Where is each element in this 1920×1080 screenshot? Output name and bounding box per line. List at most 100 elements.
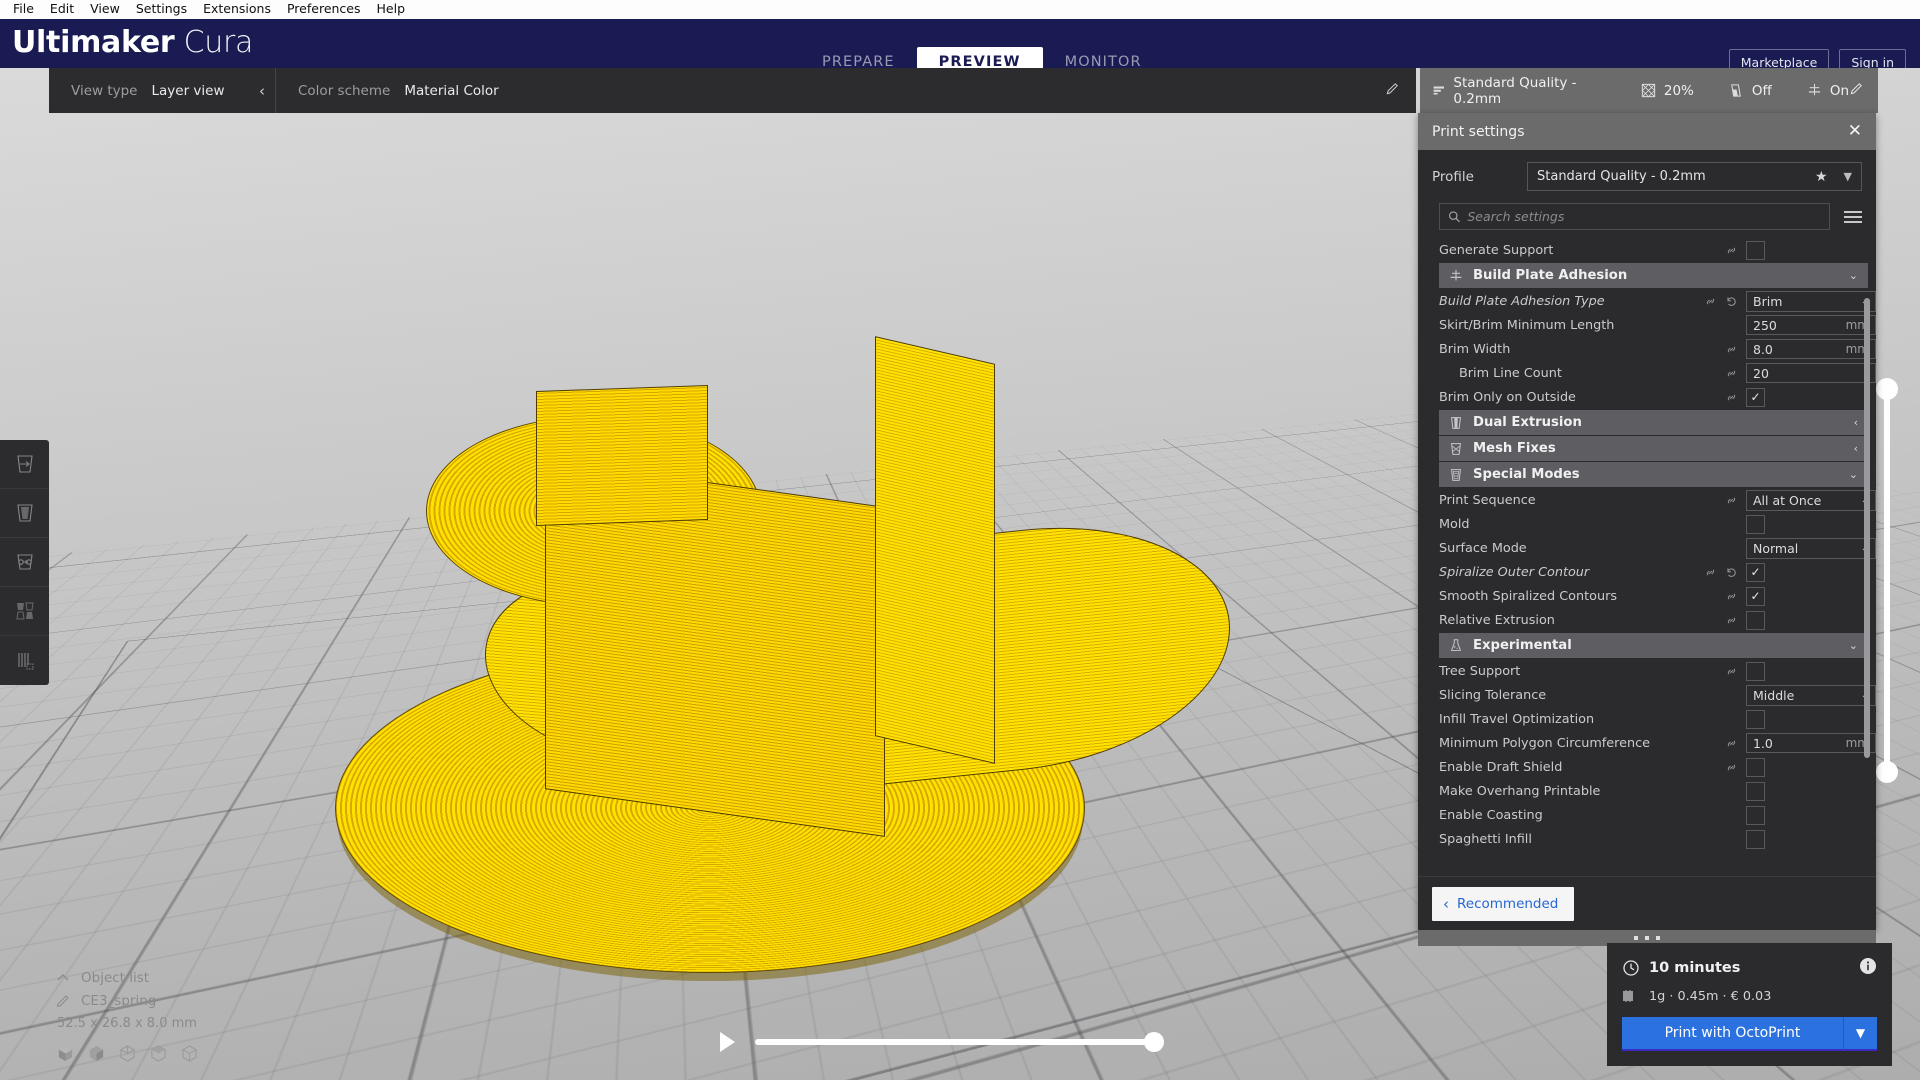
setting-checkbox[interactable] bbox=[1746, 781, 1765, 801]
link-icon[interactable] bbox=[1704, 566, 1717, 579]
object-list-title: Object list bbox=[81, 970, 150, 986]
search-input[interactable] bbox=[1467, 209, 1821, 224]
support-blocker-tool-button[interactable] bbox=[0, 636, 49, 685]
link-icon[interactable] bbox=[1725, 590, 1738, 603]
setting-checkbox[interactable] bbox=[1746, 757, 1765, 777]
object-view-icons bbox=[57, 1045, 355, 1062]
setting-checkbox[interactable] bbox=[1746, 829, 1765, 849]
summary-support-value: Off bbox=[1751, 82, 1772, 99]
color-scheme-selector[interactable]: Color scheme Material Color bbox=[276, 68, 499, 113]
setting-checkbox[interactable] bbox=[1746, 514, 1765, 534]
link-icon[interactable] bbox=[1725, 391, 1738, 404]
settings-list[interactable]: Generate Support Build Plate Adhesion ⌄ Bui… bbox=[1418, 238, 1876, 876]
layer-range-slider[interactable] bbox=[1876, 378, 1898, 783]
settings-category-special-modes[interactable]: Special Modes ⌄ bbox=[1439, 462, 1868, 487]
close-icon[interactable]: ✕ bbox=[1848, 123, 1862, 140]
settings-category-build-plate-adhesion[interactable]: Build Plate Adhesion ⌄ bbox=[1439, 263, 1868, 288]
profile-dropdown[interactable]: Standard Quality - 0.2mm ★ ▼ bbox=[1527, 162, 1862, 191]
setting-checkbox[interactable]: ✓ bbox=[1746, 586, 1765, 606]
sliced-model[interactable] bbox=[330, 336, 1230, 988]
recommended-mode-button[interactable]: ‹ Recommended bbox=[1432, 886, 1575, 921]
setting-checkbox[interactable] bbox=[1746, 805, 1765, 825]
hamburger-icon[interactable] bbox=[1844, 208, 1862, 226]
menu-item-preferences[interactable]: Preferences bbox=[279, 0, 369, 19]
chevron-down-icon[interactable]: ▼ bbox=[1843, 1017, 1877, 1051]
view-panel-collapse-button[interactable]: ‹ bbox=[249, 82, 275, 100]
move-tool-icon bbox=[16, 455, 33, 473]
settings-category-dual-extrusion[interactable]: Dual Extrusion ‹ bbox=[1439, 410, 1868, 435]
setting-indicators bbox=[1696, 295, 1746, 308]
rotate-tool-button[interactable] bbox=[0, 538, 49, 587]
link-icon[interactable] bbox=[1704, 295, 1717, 308]
revert-icon[interactable] bbox=[1725, 295, 1738, 308]
search-settings-field[interactable] bbox=[1439, 203, 1830, 230]
setting-number-input[interactable]: 1.0 mm bbox=[1746, 733, 1876, 753]
setting-label: Slicing Tolerance bbox=[1439, 687, 1547, 703]
menu-item-help[interactable]: Help bbox=[369, 0, 414, 19]
layer-progress-handle[interactable] bbox=[1144, 1032, 1164, 1052]
setting-dropdown[interactable]: All at Once⌄ bbox=[1746, 489, 1876, 511]
summary-adhesion-value: On bbox=[1829, 82, 1849, 99]
move-tool-button[interactable] bbox=[0, 440, 49, 489]
setting-checkbox[interactable]: ✓ bbox=[1746, 562, 1765, 582]
menu-item-view[interactable]: View bbox=[82, 0, 128, 19]
play-icon[interactable] bbox=[720, 1032, 735, 1052]
adhesion-icon bbox=[1808, 83, 1820, 96]
object-list-header[interactable]: Object list bbox=[55, 970, 355, 986]
setting-checkbox[interactable] bbox=[1746, 661, 1765, 681]
menu-item-file[interactable]: File bbox=[5, 0, 42, 19]
tool-sidebar bbox=[0, 440, 49, 685]
object-list-item[interactable]: CE3_spring bbox=[55, 993, 355, 1009]
setting-dropdown[interactable]: Middle⌄ bbox=[1746, 684, 1876, 706]
settings-category-experimental[interactable]: Experimental ⌄ bbox=[1439, 633, 1868, 658]
setting-number-input[interactable]: 20 bbox=[1746, 363, 1876, 383]
view-type-selector[interactable]: View type Layer view bbox=[49, 68, 249, 113]
link-icon[interactable] bbox=[1725, 614, 1738, 627]
setting-control: Brim⌄ bbox=[1746, 290, 1876, 312]
settings-category-mesh-fixes[interactable]: Mesh Fixes ‹ bbox=[1439, 436, 1868, 461]
view-settings-edit-button[interactable] bbox=[1385, 81, 1400, 100]
revert-icon[interactable] bbox=[1725, 566, 1738, 579]
setting-checkbox[interactable] bbox=[1746, 240, 1765, 260]
link-icon[interactable] bbox=[1725, 494, 1738, 507]
setting-number-input[interactable]: 250 mm bbox=[1746, 315, 1876, 335]
grip-dot bbox=[1634, 936, 1638, 940]
setting-dropdown[interactable]: Brim⌄ bbox=[1746, 290, 1876, 312]
menu-item-extensions[interactable]: Extensions bbox=[195, 0, 279, 19]
link-icon[interactable] bbox=[1725, 367, 1738, 380]
link-icon[interactable] bbox=[1725, 244, 1738, 257]
cube-outline-icon[interactable] bbox=[119, 1045, 136, 1062]
print-setting-summary-bar[interactable]: Standard Quality - 0.2mm 20% Off On bbox=[1420, 68, 1878, 113]
link-icon[interactable] bbox=[1725, 665, 1738, 678]
link-icon[interactable] bbox=[1725, 737, 1738, 750]
cube-shaded-icon[interactable] bbox=[88, 1045, 105, 1062]
menu-item-edit[interactable]: Edit bbox=[42, 0, 82, 19]
layer-range-handle-bottom[interactable] bbox=[1876, 761, 1898, 783]
settings-scrollbar[interactable] bbox=[1864, 298, 1870, 758]
setting-checkbox[interactable]: ✓ bbox=[1746, 387, 1765, 407]
setting-dropdown[interactable]: Normal⌄ bbox=[1746, 537, 1876, 559]
layer-progress-slider[interactable] bbox=[755, 1032, 1164, 1052]
setting-checkbox[interactable] bbox=[1746, 709, 1765, 729]
summary-edit-button[interactable] bbox=[1849, 81, 1864, 100]
link-icon[interactable] bbox=[1725, 343, 1738, 356]
cube-solid-icon[interactable] bbox=[57, 1045, 74, 1062]
setting-number-input[interactable]: 8.0 mm bbox=[1746, 339, 1876, 359]
cube-wire-icon[interactable] bbox=[181, 1045, 198, 1062]
setting-control: Normal⌄ bbox=[1746, 537, 1876, 559]
star-icon[interactable]: ★ bbox=[1815, 169, 1828, 185]
print-job-card: 10 minutes 1g · 0.45m · € 0.03 Print wit… bbox=[1607, 943, 1892, 1066]
setting-checkbox[interactable] bbox=[1746, 610, 1765, 630]
cube-half-icon[interactable] bbox=[150, 1045, 167, 1062]
scale-tool-button[interactable] bbox=[0, 489, 49, 538]
print-settings-title: Print settings bbox=[1432, 123, 1525, 140]
link-icon[interactable] bbox=[1725, 761, 1738, 774]
support-blocker-tool-icon bbox=[17, 652, 33, 669]
print-with-octoprint-button[interactable]: Print with OctoPrint ▼ bbox=[1622, 1017, 1877, 1051]
layer-range-handle-top[interactable] bbox=[1876, 378, 1898, 400]
pencil-icon bbox=[1386, 83, 1398, 95]
logo-brand: Ultimaker bbox=[12, 25, 175, 60]
menu-item-settings[interactable]: Settings bbox=[128, 0, 195, 19]
mirror-tool-button[interactable] bbox=[0, 587, 49, 636]
info-icon[interactable] bbox=[1859, 957, 1877, 979]
